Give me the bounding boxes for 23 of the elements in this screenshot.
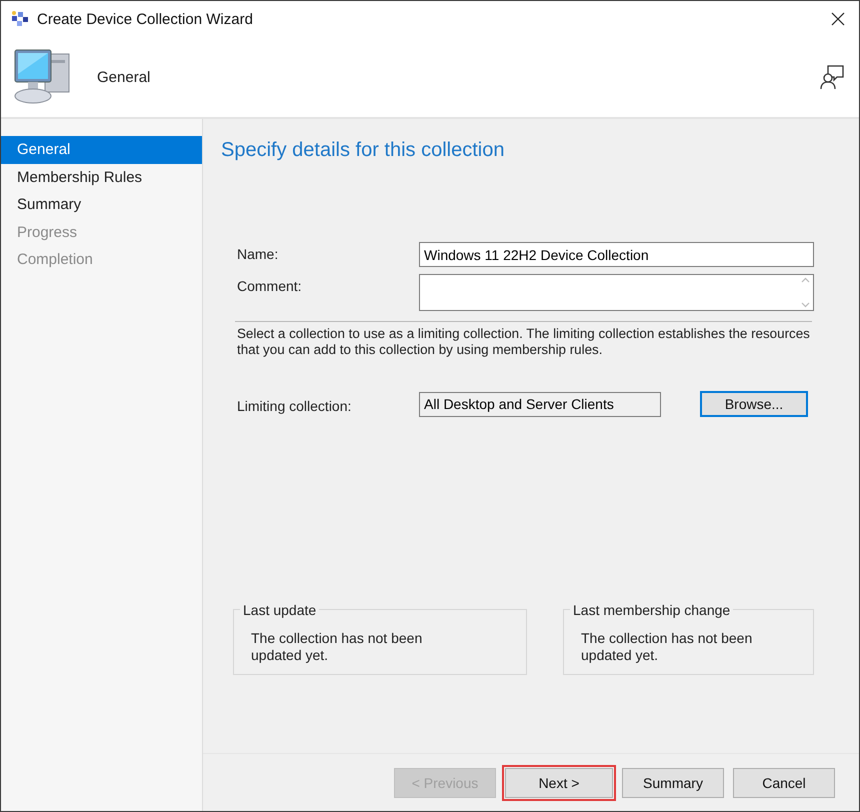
wizard-button[interactable]: Next > (505, 768, 613, 798)
wizard-button[interactable]: Summary (622, 768, 724, 798)
description-text: Select a collection to use as a limiting collection. The limiting collection establishes the resources that you can add to this collection by using membership rules. (237, 326, 811, 358)
field-label: Comment: (237, 277, 303, 294)
name-field[interactable]: Windows 11 22H2 Device Collection (419, 242, 814, 267)
feedback-icon[interactable] (819, 64, 845, 90)
close-icon[interactable] (831, 12, 845, 26)
field-label: Limiting collection: (237, 397, 352, 414)
status-text: The collection has not been updated yet. (251, 630, 424, 664)
section-heading: Specify details for this collection (221, 139, 506, 162)
status-text: The collection has not been updated yet. (581, 630, 754, 664)
app-icon (11, 10, 29, 28)
wizard-button[interactable]: Cancel (733, 768, 835, 798)
wizard-step[interactable]: Summary (1, 191, 202, 218)
browse-button[interactable]: Browse... (700, 391, 808, 417)
group-title: Last update (240, 602, 320, 618)
page-title: General (97, 68, 152, 86)
field-label: Name: (237, 245, 280, 262)
group-title: Last membership change (570, 602, 734, 618)
limiting-collection-field[interactable]: All Desktop and Server Clients (419, 392, 661, 416)
wizard-step[interactable]: General (1, 136, 202, 164)
window-title: Create Device Collection Wizard (37, 10, 254, 28)
wizard-step[interactable]: Membership Rules (1, 164, 202, 191)
